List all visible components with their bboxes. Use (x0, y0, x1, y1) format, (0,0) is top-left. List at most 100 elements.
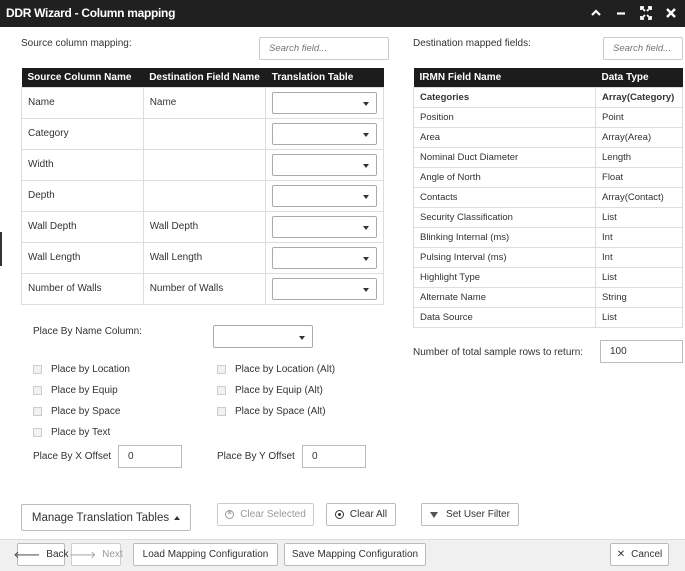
expand-icon[interactable] (640, 5, 652, 21)
table-row[interactable]: Nominal Duct Diameter Length (412, 146, 683, 168)
translation-table-select[interactable] (272, 91, 377, 114)
source-column-cell: Number of Walls (21, 272, 144, 305)
set-user-filter-button[interactable]: Set User Filter (421, 503, 519, 526)
data-type-cell: Int (595, 246, 683, 268)
checkbox-label: Place by Space (Alt) (235, 406, 326, 417)
field-name-cell: Angle of North (412, 166, 597, 188)
close-icon[interactable] (665, 5, 677, 21)
table-row[interactable]: Name Name (21, 86, 384, 119)
checkbox-box[interactable] (33, 386, 42, 395)
clear-selected-button[interactable]: Clear Selected (217, 503, 314, 526)
manage-translation-tables-button[interactable]: Manage Translation Tables (21, 504, 191, 531)
translation-table-select[interactable] (272, 122, 377, 145)
manage-translation-tables-label: Manage Translation Tables (31, 511, 170, 524)
column-header: Data Type (595, 68, 683, 87)
destination-field-cell: Name (142, 86, 267, 119)
minimize-icon[interactable] (615, 5, 627, 21)
table-row[interactable]: Pulsing Interval (ms) Int (412, 246, 683, 268)
source-column-cell: Category (21, 117, 144, 150)
table-row[interactable]: Width (21, 148, 384, 181)
y-offset-input[interactable]: 0 (302, 445, 366, 468)
table-header-row: IRMN Field Name Data Type (413, 68, 683, 87)
translation-table-select[interactable] (272, 184, 377, 207)
sample-rows-input[interactable]: 100 (600, 340, 683, 363)
chevron-down-icon (363, 225, 369, 230)
table-row[interactable]: Category (21, 117, 384, 150)
chevron-up-icon[interactable] (590, 5, 602, 21)
place-by-name-label: Place By Name Column: (33, 326, 142, 337)
checkbox-label: Place by Text (51, 427, 111, 438)
arrow-left-icon: 🡐 (13, 549, 41, 561)
source-column-cell: Depth (21, 179, 144, 212)
checkbox-label: Place by Space (51, 406, 121, 417)
place-by-name-select[interactable] (213, 325, 313, 348)
data-type-cell: List (595, 206, 683, 228)
checkbox-box[interactable] (33, 407, 42, 416)
data-type-cell: List (595, 306, 683, 328)
table-row[interactable]: Contacts Array(Contact) (412, 186, 683, 208)
table-row[interactable]: Angle of North Float (412, 166, 683, 188)
source-search-input[interactable] (259, 37, 389, 60)
checkbox-box[interactable] (217, 365, 226, 374)
load-mapping-button[interactable]: Load Mapping Configuration (133, 543, 278, 566)
data-type-cell: Float (595, 166, 683, 188)
x-offset-input[interactable]: 0 (118, 445, 182, 468)
translation-table-select[interactable] (272, 215, 377, 238)
column-header: Translation Table (265, 68, 384, 87)
checkbox-box[interactable] (217, 386, 226, 395)
back-button[interactable]: 🡐 Back (13, 543, 69, 566)
checkbox-place-by-space-alt[interactable]: Place by Space (Alt) (217, 406, 326, 417)
checkbox-place-by-equip[interactable]: Place by Equip (33, 385, 118, 396)
checkbox-box[interactable] (33, 365, 42, 374)
table-row[interactable]: Wall Depth Wall Depth (21, 210, 384, 243)
translation-table-select[interactable] (272, 246, 377, 269)
sample-rows-label: Number of total sample rows to return: (413, 347, 584, 358)
save-mapping-label: Save Mapping Configuration (291, 549, 419, 560)
title-bar: DDR Wizard - Column mapping (0, 0, 685, 27)
clear-selected-label: Clear Selected (240, 509, 306, 520)
destination-search-input[interactable] (603, 37, 683, 60)
table-row[interactable]: Security Classification List (412, 206, 683, 228)
checkbox-place-by-text[interactable]: Place by Text (33, 427, 110, 438)
chevron-down-icon (363, 194, 369, 199)
table-row[interactable]: Position Point (412, 106, 683, 128)
data-type-cell: String (595, 286, 683, 308)
field-name-cell: Contacts (412, 186, 597, 208)
field-name-cell: Blinking Internal (ms) (412, 226, 597, 248)
table-row[interactable]: Area Array(Area) (412, 126, 683, 148)
cancel-button[interactable]: ✕ Cancel (610, 543, 669, 566)
checkbox-box[interactable] (33, 428, 42, 437)
checkbox-place-by-equip-alt[interactable]: Place by Equip (Alt) (217, 385, 323, 396)
chevron-down-icon (299, 336, 305, 340)
chevron-down-icon (363, 163, 369, 168)
data-type-cell: Array(Category) (595, 86, 683, 108)
radio-dot-icon (334, 510, 344, 519)
table-row[interactable]: Alternate Name String (412, 286, 683, 308)
field-name-cell: Pulsing Interval (ms) (412, 246, 597, 268)
destination-field-cell: Wall Depth (142, 210, 267, 243)
table-row[interactable]: Data Source List (412, 306, 683, 328)
checkbox-label: Place by Equip (51, 385, 118, 396)
checkbox-box[interactable] (217, 407, 226, 416)
table-row[interactable]: Blinking Internal (ms) Int (412, 226, 683, 248)
table-row[interactable]: Wall Length Wall Length (21, 241, 384, 274)
destination-fields-label: Destination mapped fields: (413, 38, 531, 49)
destination-field-cell (142, 148, 267, 181)
chevron-down-icon (363, 256, 369, 261)
save-mapping-button[interactable]: Save Mapping Configuration (284, 543, 426, 566)
table-row[interactable]: Depth (21, 179, 384, 212)
data-type-cell: Array(Contact) (595, 186, 683, 208)
checkbox-label: Place by Equip (Alt) (235, 385, 323, 396)
checkbox-place-by-location[interactable]: Place by Location (33, 364, 130, 375)
next-button[interactable]: 🡒 Next (69, 543, 123, 566)
checkbox-place-by-location-alt[interactable]: Place by Location (Alt) (217, 364, 335, 375)
table-row[interactable]: Categories Array(Category) (412, 86, 683, 108)
checkbox-place-by-space[interactable]: Place by Space (33, 406, 121, 417)
translation-table-select[interactable] (272, 153, 377, 176)
table-row[interactable]: Highlight Type List (412, 266, 683, 288)
clear-all-button[interactable]: Clear All (326, 503, 396, 526)
translation-table-select[interactable] (272, 277, 377, 300)
load-mapping-label: Load Mapping Configuration (142, 549, 269, 560)
table-row[interactable]: Number of Walls Number of Walls (21, 272, 384, 305)
next-label: Next (102, 549, 123, 560)
